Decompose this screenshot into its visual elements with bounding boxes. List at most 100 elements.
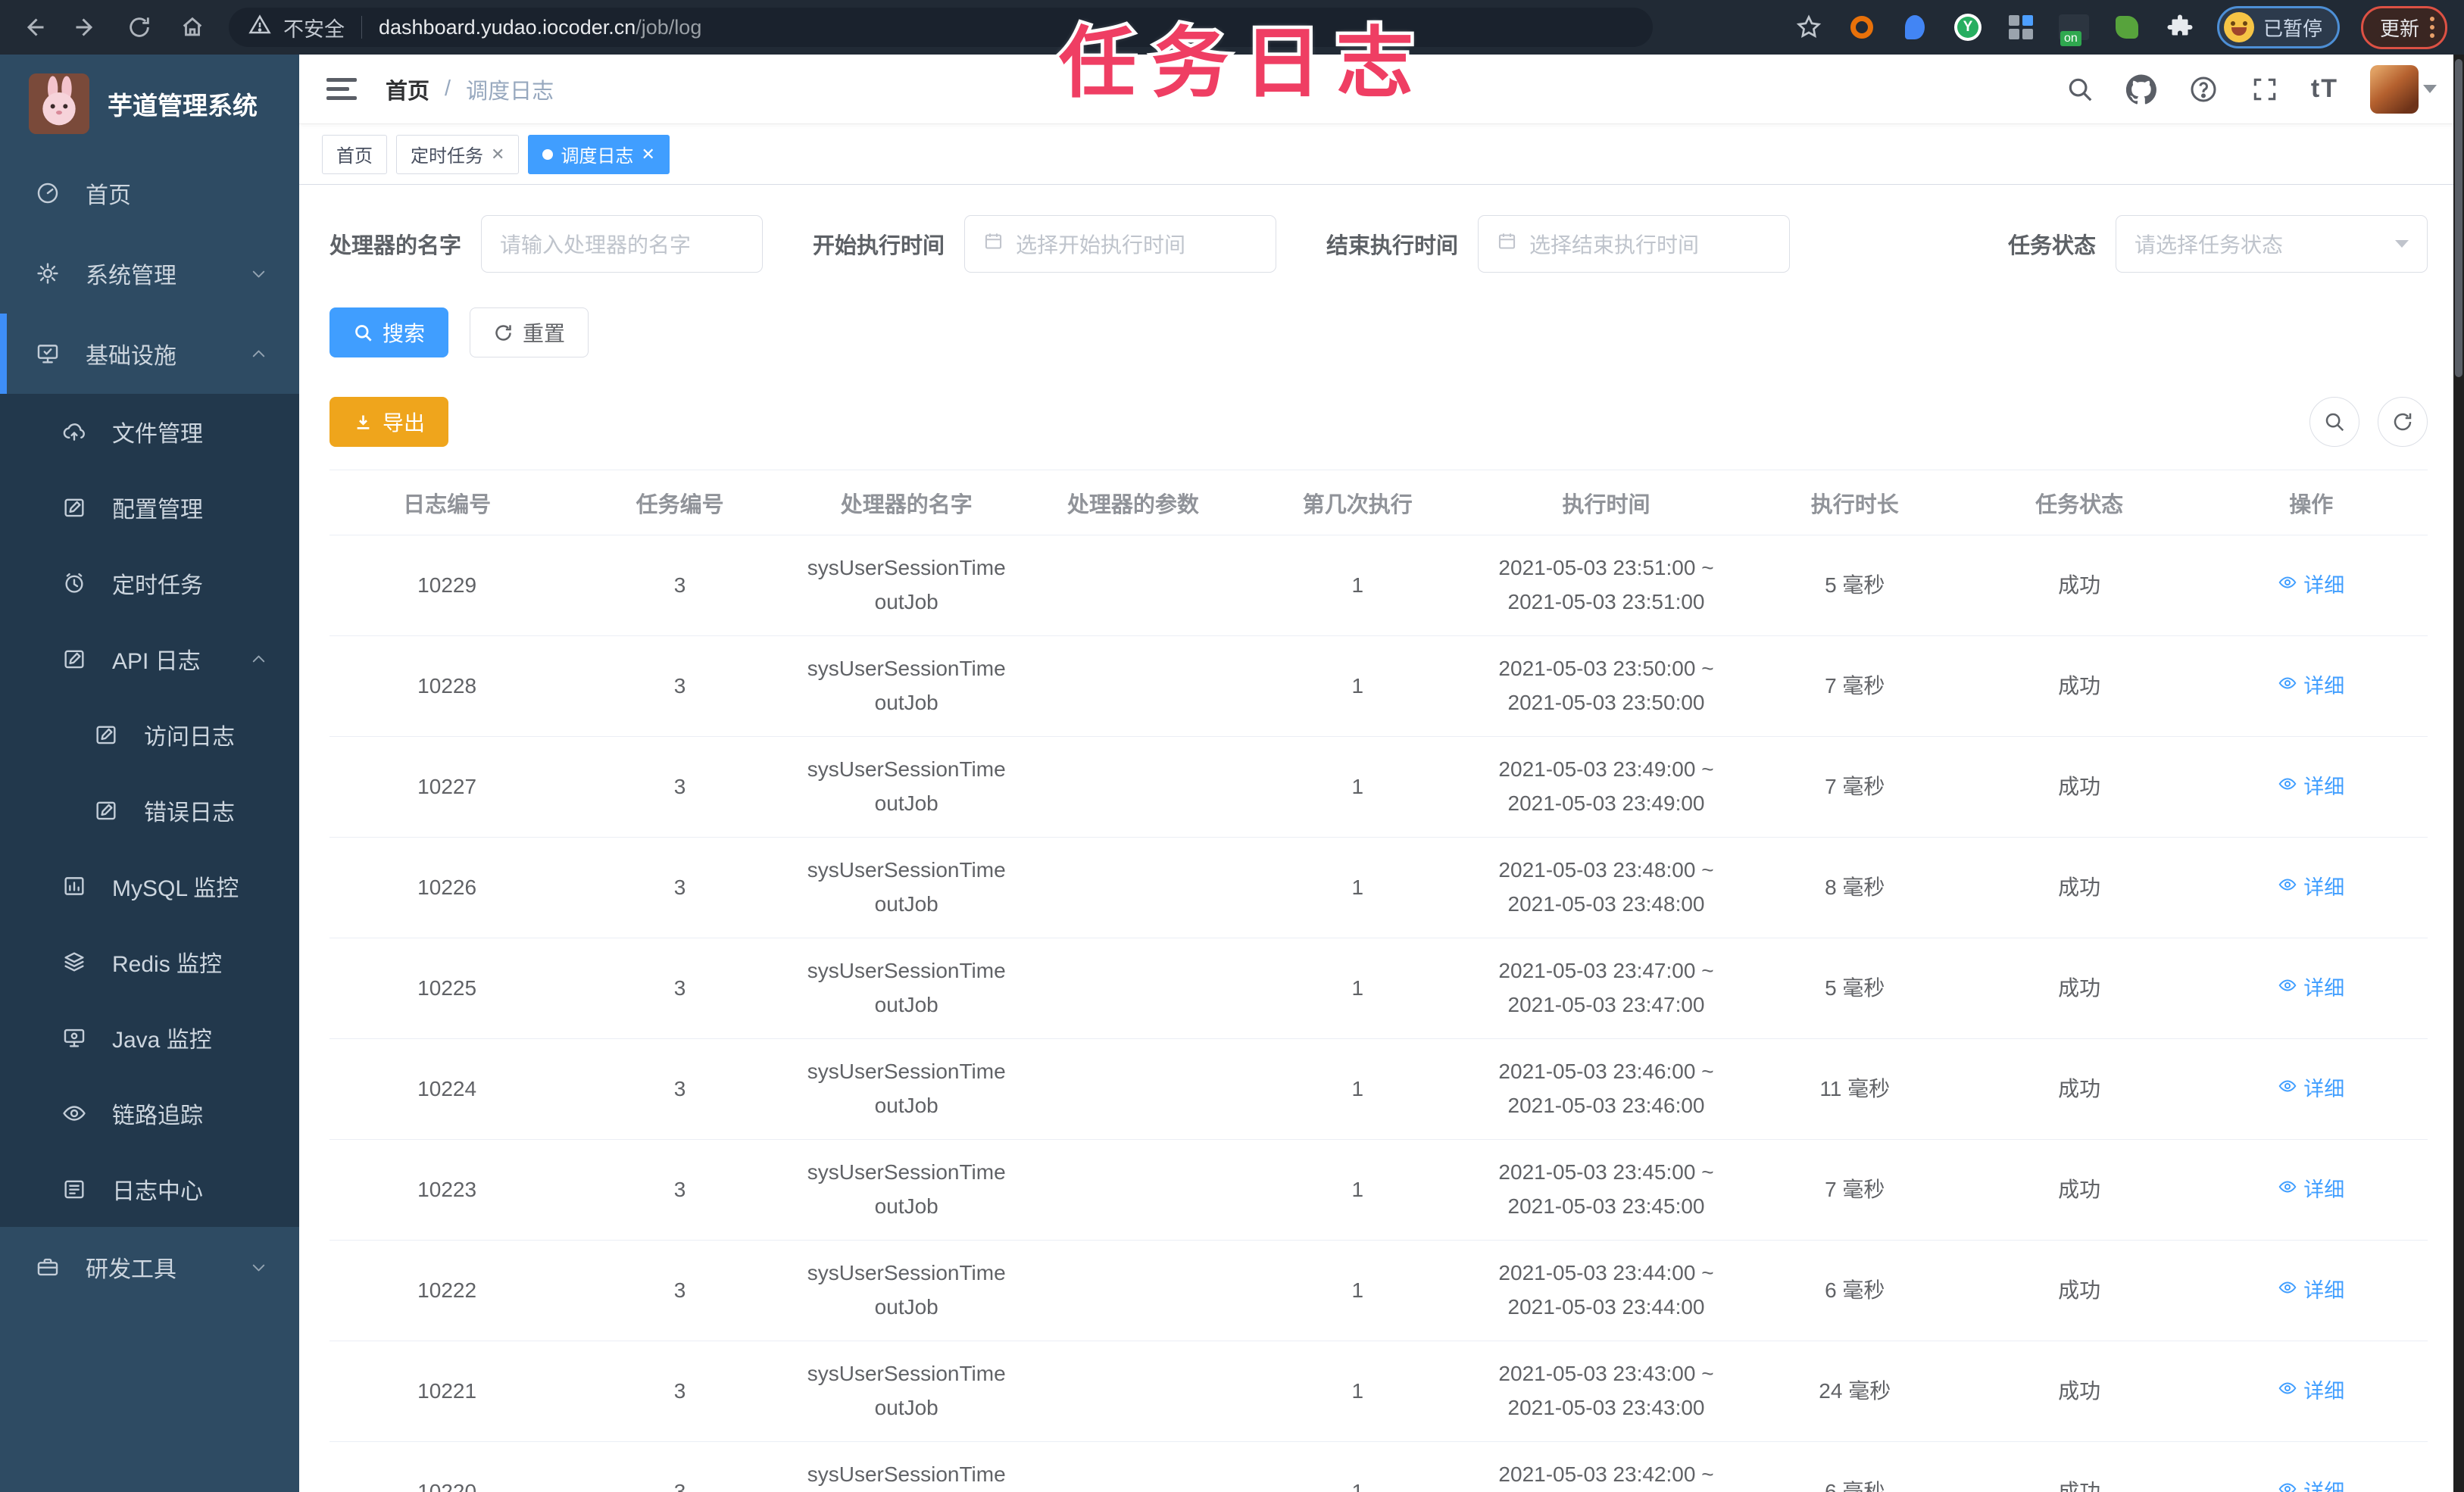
- text-input[interactable]: 请输入处理器的名字: [481, 215, 764, 273]
- avatar-dropdown-caret-icon[interactable]: [2423, 85, 2437, 93]
- browser-back-icon[interactable]: [17, 11, 50, 44]
- browser-toolbar: 不安全 dashboard.yudao.iocoder.cn/job/log Y…: [0, 0, 2464, 55]
- on-switch-extension-icon[interactable]: [2058, 11, 2090, 46]
- detail-link[interactable]: 详细: [2278, 570, 2344, 602]
- select-input[interactable]: 请选择任务状态: [2116, 215, 2428, 273]
- url-host: dashboard.yudao.iocoder.cn: [379, 15, 636, 39]
- browser-reload-icon[interactable]: [123, 11, 156, 44]
- view-detail-icon: [2278, 972, 2297, 1005]
- collapse-sidebar-icon[interactable]: [326, 78, 357, 100]
- search-icon[interactable]: [2066, 75, 2094, 104]
- cell-log-id: 10220: [329, 1441, 565, 1492]
- column-header: 任务编号: [564, 470, 795, 535]
- sidebar-item-链路追踪[interactable]: 链路追踪: [0, 1075, 299, 1151]
- reset-button[interactable]: 重置: [470, 307, 589, 357]
- cell-task-id: 3: [564, 938, 795, 1039]
- sidebar-item-研发工具[interactable]: 研发工具: [0, 1227, 299, 1307]
- sidebar-item-Java-监控[interactable]: Java 监控: [0, 1000, 299, 1075]
- user-avatar[interactable]: [2370, 64, 2419, 114]
- sprout-extension-icon[interactable]: [2111, 11, 2143, 43]
- table-row: 10227 3 sysUserSessionTimeoutJob 1 2021-05-0…: [329, 736, 2428, 838]
- url-path: /job/log: [636, 15, 702, 39]
- cell-exec-time: 2021-05-03 23:50:00 ~2021-05-03 23:50:00: [1466, 635, 1746, 737]
- sidebar-item-Redis-监控[interactable]: Redis 监控: [0, 924, 299, 1000]
- filter-label: 处理器的名字: [329, 234, 462, 258]
- browser-forward-icon[interactable]: [70, 11, 103, 44]
- adblock-extension-icon[interactable]: [1846, 11, 1878, 43]
- tag-首页[interactable]: 首页: [322, 134, 387, 174]
- date-input[interactable]: 选择结束执行时间: [1478, 215, 1791, 273]
- cell-handler: sysUserSessionTimeoutJob: [795, 1341, 1018, 1442]
- font-size-icon[interactable]: tT: [2311, 74, 2338, 104]
- cell-exec-time: 2021-05-03 23:51:00 ~2021-05-03 23:51:00: [1466, 535, 1746, 636]
- cell-status: 成功: [1963, 736, 2195, 838]
- sidebar-item-配置管理[interactable]: 配置管理: [0, 470, 299, 545]
- sidebar-item-错误日志[interactable]: 错误日志: [0, 773, 299, 848]
- detail-link[interactable]: 详细: [2278, 1073, 2344, 1106]
- detail-link[interactable]: 详细: [2278, 1375, 2344, 1408]
- cell-exec-index: 1: [1248, 1139, 1467, 1241]
- cell-status: 成功: [1963, 837, 2195, 938]
- blue-pin-extension-icon[interactable]: [1899, 11, 1931, 43]
- filter-group-text: 处理器的名字 请输入处理器的名字: [329, 215, 764, 273]
- sidebar-item-日志中心[interactable]: 日志中心: [0, 1151, 299, 1227]
- tag-定时任务[interactable]: 定时任务 ✕: [396, 134, 520, 174]
- browser-update-button[interactable]: 更新: [2360, 5, 2447, 49]
- tag-调度日志[interactable]: 调度日志 ✕: [528, 134, 670, 174]
- table-row: 10228 3 sysUserSessionTimeoutJob 1 2021-05-0…: [329, 635, 2428, 737]
- tag-close-icon[interactable]: ✕: [641, 145, 654, 164]
- browser-home-icon[interactable]: [176, 11, 209, 44]
- page-scrollbar[interactable]: [2453, 55, 2464, 1492]
- detail-link[interactable]: 详细: [2278, 1174, 2344, 1206]
- search-button[interactable]: 搜索: [329, 307, 449, 357]
- tag-close-icon[interactable]: ✕: [491, 145, 504, 164]
- cell-action: 详细: [2194, 1341, 2428, 1442]
- refresh-table-button[interactable]: [2378, 397, 2428, 447]
- extensions-puzzle-icon[interactable]: [2164, 11, 2196, 43]
- detail-link[interactable]: 详细: [2278, 1275, 2344, 1307]
- breadcrumb-home[interactable]: 首页: [386, 73, 429, 105]
- scrollbar-thumb[interactable]: [2455, 59, 2462, 377]
- detail-link[interactable]: 详细: [2278, 771, 2344, 804]
- browser-menu-icon[interactable]: [2430, 17, 2434, 38]
- detail-link[interactable]: 详细: [2278, 972, 2344, 1005]
- view-detail-icon: [2278, 771, 2297, 804]
- tabs-grid-extension-icon[interactable]: [2005, 11, 2037, 43]
- sidebar-item-访问日志[interactable]: 访问日志: [0, 697, 299, 773]
- bookmark-star-icon[interactable]: [1793, 11, 1825, 43]
- cell-exec-index: 1: [1248, 1038, 1467, 1140]
- cell-param: [1017, 1441, 1249, 1492]
- cell-exec-time: 2021-05-03 23:44:00 ~2021-05-03 23:44:00: [1466, 1240, 1746, 1341]
- cell-task-id: 3: [564, 1038, 795, 1140]
- toggle-search-button[interactable]: [2309, 397, 2359, 447]
- sidebar-item-MySQL-监控[interactable]: MySQL 监控: [0, 848, 299, 924]
- date-input[interactable]: 选择开始执行时间: [964, 215, 1277, 273]
- detail-link[interactable]: 详细: [2278, 670, 2344, 703]
- sidebar-item-系统管理[interactable]: 系统管理: [0, 233, 299, 314]
- not-secure-label[interactable]: 不安全: [283, 13, 345, 42]
- detail-link[interactable]: 详细: [2278, 872, 2344, 904]
- sidebar-item-基础设施[interactable]: 基础设施: [0, 314, 299, 394]
- chevron-up-icon: [248, 344, 269, 364]
- detail-link[interactable]: 详细: [2278, 1476, 2344, 1492]
- input-placeholder: 选择开始执行时间: [1016, 233, 1186, 257]
- github-icon[interactable]: [2125, 73, 2156, 105]
- profile-paused-badge[interactable]: 已暂停: [2216, 6, 2340, 48]
- export-button[interactable]: 导出: [329, 397, 449, 447]
- sidebar-menu: 首页 系统管理 基础设施 文件管理 配置管理 定时任务 API 日志 访问日志 错误日志 MySQ…: [0, 153, 299, 1307]
- view-detail-icon: [2278, 872, 2297, 904]
- help-icon[interactable]: [2188, 74, 2219, 105]
- green-checker-extension-icon[interactable]: Y: [1952, 11, 1984, 43]
- cell-task-id: 3: [564, 1341, 795, 1442]
- cell-duration: 5 毫秒: [1745, 938, 1964, 1039]
- address-bar[interactable]: 不安全 dashboard.yudao.iocoder.cn/job/log: [229, 8, 1653, 47]
- sidebar-item-定时任务[interactable]: 定时任务: [0, 545, 299, 621]
- sidebar-item-API-日志[interactable]: API 日志: [0, 621, 299, 697]
- sidebar-item-首页[interactable]: 首页: [0, 153, 299, 233]
- fullscreen-icon[interactable]: [2250, 75, 2279, 104]
- cell-action: 详细: [2194, 1038, 2428, 1140]
- sidebar-item-文件管理[interactable]: 文件管理: [0, 394, 299, 470]
- app-logo[interactable]: 芋道管理系统: [0, 55, 299, 153]
- cell-param: [1017, 535, 1249, 636]
- cell-exec-index: 1: [1248, 837, 1467, 938]
